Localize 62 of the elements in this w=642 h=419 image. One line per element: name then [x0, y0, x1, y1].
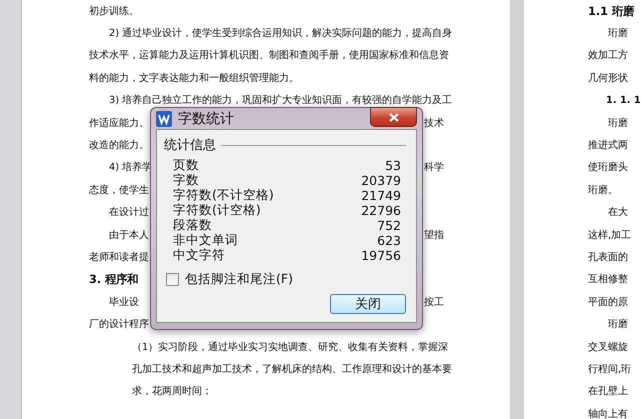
body-text-line: （1）实习阶段，通过毕业实习实地调查、研究、收集有关资料，掌握深 — [132, 340, 448, 354]
body-text-line: 在大 — [608, 206, 628, 220]
body-text-line: 作适应能力。 — [89, 116, 149, 130]
body-text-line: 2) 通过毕业设计，使学生受到综合运用知识，解决实际问题的能力，提高自身 — [109, 27, 452, 40]
body-text-line: 改造的能力。 — [89, 139, 149, 152]
dialog-title: 字数统计 — [178, 110, 234, 128]
body-text-line: 老师和读者提 — [89, 250, 149, 264]
body-text-line: 在设计过 — [109, 206, 149, 220]
body-text-line: 孔表面的 — [588, 250, 628, 264]
body-text-line: 轴向上有 — [588, 408, 628, 419]
stat-value: 19756 — [361, 248, 401, 263]
body-text-line: 料的能力，文字表达能力和一般组织管理能力。 — [89, 72, 299, 85]
close-dialog-button[interactable]: 关闭 — [330, 294, 406, 314]
body-text-line: 初步训练。 — [89, 4, 139, 18]
app-logo-icon — [156, 110, 172, 126]
stat-value: 20379 — [361, 173, 401, 188]
body-text-line: 互相修整 — [588, 273, 628, 286]
body-text-fragment: 科学 — [424, 161, 444, 174]
checkbox[interactable] — [166, 273, 179, 286]
stat-value: 21749 — [361, 188, 401, 203]
stat-value: 752 — [377, 218, 401, 233]
body-text-line: 毕业设 — [109, 296, 139, 309]
body-text-line: 态度，使学生 — [89, 184, 149, 197]
body-text-line: 技术水平，运算能力及运用计算机识图、制图和查阅手册，使用国家标准和信息资 — [89, 49, 449, 62]
body-text-line: 使珩磨头 — [588, 161, 628, 174]
body-text-line: 平面的原 — [588, 296, 628, 309]
stat-value: 22796 — [361, 203, 401, 218]
body-text-line: 在孔壁上 — [588, 385, 628, 398]
section-heading: 3. 程序和 — [89, 272, 138, 288]
body-text-line: 孔加工技术和超声加工技术，了解机床的结构、工作原理和设计的基本要 — [132, 362, 452, 376]
group-title: 统计信息 — [164, 137, 216, 154]
body-text-line: 这样,加工 — [588, 228, 632, 242]
stat-label: 段落数 — [173, 217, 212, 234]
body-text-fragment: 技术 — [424, 116, 444, 130]
body-text-line: 珩磨。 — [588, 184, 618, 197]
body-text-line: 由于本人 — [109, 228, 149, 242]
stat-label: 字符数(计空格) — [173, 202, 261, 218]
body-text-line: 求，花两周时间； — [132, 385, 212, 398]
body-text-line: 珩磨 — [608, 116, 628, 130]
body-text-line: 交叉螺旋 — [588, 340, 628, 354]
body-text-line: 效加工方 — [588, 49, 628, 62]
section-heading: 1. 1. 1 — [606, 95, 641, 106]
stat-label: 页数 — [173, 157, 199, 174]
close-icon — [388, 112, 398, 122]
close-button[interactable] — [370, 107, 417, 127]
section-heading: 1.1 珩磨 — [588, 4, 634, 19]
body-text-line: 几何形状 — [588, 72, 628, 85]
body-text-line: 珩磨 — [608, 27, 628, 40]
body-text-fragment: 望指 — [424, 228, 444, 242]
stat-label: 非中文单词 — [173, 232, 238, 248]
stat-value: 623 — [377, 233, 401, 248]
stat-label: 字符数(不计空格) — [173, 187, 274, 204]
body-text-line: 推进式两 — [588, 139, 628, 152]
stat-label: 中文字符 — [173, 247, 225, 264]
body-text-line: 行程间,珩 — [588, 362, 632, 376]
body-text-line: 珩磨 — [608, 318, 628, 332]
checkbox-label: 包括脚注和尾注(F) — [185, 271, 293, 288]
stat-value: 53 — [385, 158, 401, 173]
body-text-fragment: 按工 — [424, 296, 444, 309]
body-text-line: 3) 培养自己独立工作的能力，巩固和扩大专业知识面，有较强的自学能力及工 — [109, 94, 452, 108]
stat-label: 字数 — [173, 172, 199, 188]
body-text-line: 厂的设计程序 — [89, 318, 149, 332]
